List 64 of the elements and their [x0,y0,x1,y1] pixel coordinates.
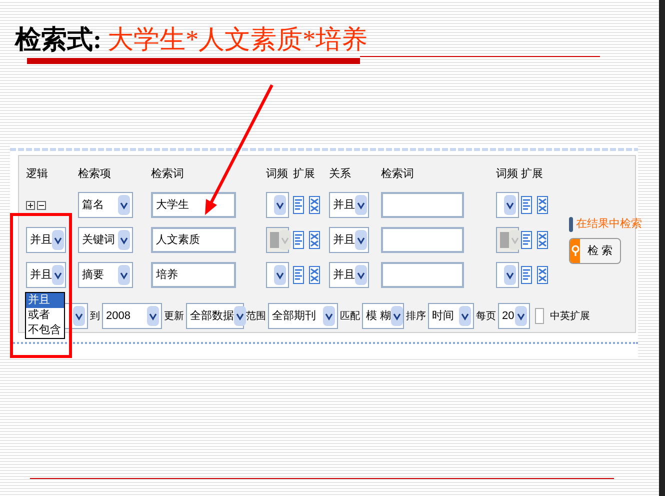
search-button[interactable]: 检 索 [569,238,621,264]
list-icon[interactable] [293,266,304,284]
option-label: 到 [90,310,100,324]
relation-select[interactable]: 并且 [329,192,369,218]
cross-icon[interactable] [309,266,320,284]
column-header: 关系 [329,168,351,180]
list-icon[interactable] [521,231,532,249]
field-select[interactable]: 关键词 [78,227,133,253]
term-input[interactable] [381,262,464,288]
minus-icon[interactable] [37,200,46,210]
cross-icon[interactable] [309,196,320,214]
column-header: 词频 [266,168,288,180]
logic-select[interactable]: 并且 [26,262,66,288]
column-header: 检索词 [381,168,414,180]
relation-select[interactable]: 并且 [329,262,369,288]
option-select[interactable]: 全部数据 [186,303,244,329]
checkbox-label: 在结果中检索 [576,216,642,232]
cross-icon[interactable] [537,196,548,214]
column-header: 扩展 [521,168,543,180]
list-icon[interactable] [521,266,532,284]
option-select[interactable]: 模 糊 [362,303,404,329]
checkbox[interactable] [569,216,573,232]
option-label: 范围 [246,310,266,324]
option-label: 更新 [164,310,184,324]
search-icon [570,245,580,258]
term-input[interactable]: 培养 [151,262,236,288]
option-label: 每页 [476,310,496,324]
list-icon[interactable] [293,231,304,249]
plus-icon[interactable] [26,200,35,210]
option-label: 中英扩展 [550,310,590,324]
column-header: 检索项 [78,168,111,180]
option-select[interactable]: 时间 [428,303,474,329]
term-input[interactable] [381,227,464,253]
term-input[interactable]: 人文素质 [151,227,236,253]
frequency-select[interactable] [496,192,519,218]
column-header: 检索词 [151,168,184,180]
option-select[interactable]: 2008 [102,303,162,329]
dropdown-option[interactable]: 并且 [26,293,64,308]
list-icon[interactable] [521,196,532,214]
frequency-select[interactable] [496,262,519,288]
cross-icon[interactable] [537,231,548,249]
column-header: 词频 [496,168,518,180]
option-select[interactable]: 全部期刊 [268,303,338,329]
dropdown-option[interactable]: 不包含 [26,323,64,338]
cross-icon[interactable] [309,231,320,249]
relation-select[interactable]: 并且 [329,227,369,253]
column-header: 扩展 [293,168,315,180]
field-select[interactable]: 摘要 [78,262,133,288]
logic-select[interactable]: 并且 [26,227,66,253]
option-select[interactable]: 20 [498,303,530,329]
list-icon[interactable] [293,196,304,214]
term-input[interactable] [381,192,464,218]
cross-icon[interactable] [537,266,548,284]
search-expression: 大学生*人文素质*培养 [108,24,368,56]
frequency-select[interactable] [266,192,289,218]
frequency-select[interactable] [266,262,289,288]
title-label: 检索式: [15,24,102,56]
term-input[interactable]: 大学生 [151,192,236,218]
checkbox[interactable] [535,308,544,324]
option-label: 匹配 [340,310,360,324]
dropdown-option[interactable]: 或者 [26,308,64,323]
column-header: 逻辑 [26,168,48,180]
option-label: 排序 [406,310,426,324]
field-select[interactable]: 篇名 [78,192,133,218]
